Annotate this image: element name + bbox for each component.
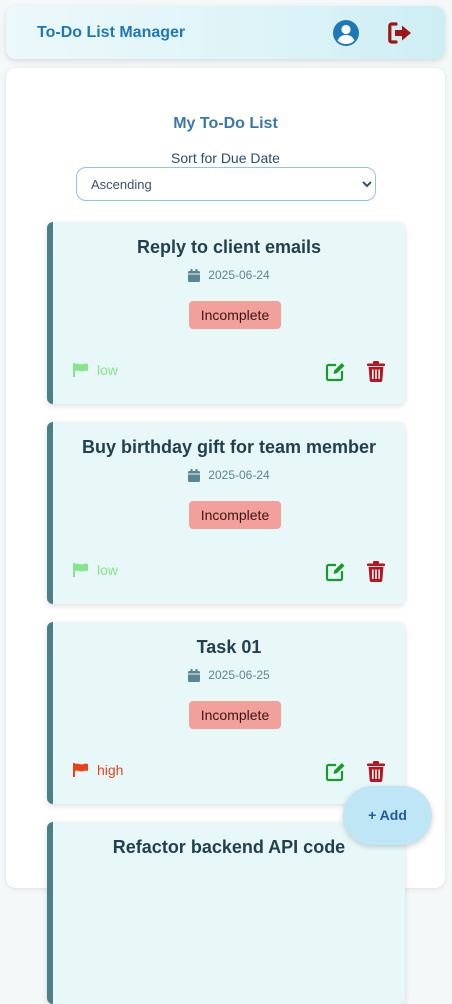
app-title: To-Do List Manager: [37, 24, 186, 41]
edit-icon[interactable]: [325, 562, 345, 582]
task-title: Refactor backend API code: [112, 837, 346, 857]
flag-icon: [73, 363, 88, 377]
sign-out-icon[interactable]: [386, 19, 414, 47]
status-badge: Incomplete: [189, 301, 281, 329]
status-badge: Incomplete: [189, 701, 281, 729]
task-priority: low: [73, 362, 118, 378]
task-card[interactable]: Task 01 2025-06-25 Incomplete high: [47, 622, 405, 804]
user-circle-icon[interactable]: [332, 19, 360, 47]
task-date-text: 2025-06-24: [208, 468, 270, 482]
navbar: To-Do List Manager: [6, 6, 445, 59]
task-due-date: 2025-06-24: [53, 468, 405, 482]
task-priority: high: [73, 762, 123, 778]
task-title: Reply to client emails: [136, 237, 322, 257]
priority-label: high: [97, 762, 124, 778]
calendar-icon: [188, 268, 201, 282]
task-date-text: 2025-06-25: [208, 668, 270, 682]
priority-label: low: [97, 562, 119, 578]
trash-icon[interactable]: [367, 361, 385, 382]
edit-icon[interactable]: [325, 762, 345, 782]
task-card[interactable]: Reply to client emails 2025-06-24 Incomp…: [47, 222, 405, 404]
task-title: Buy birthday gift for team member: [81, 437, 377, 457]
add-task-button[interactable]: + Add: [343, 786, 432, 845]
task-due-date: 2025-06-25: [53, 668, 405, 682]
task-date-text: 2025-06-24: [208, 268, 270, 282]
calendar-icon: [188, 468, 201, 482]
calendar-icon: [188, 668, 201, 682]
sort-select[interactable]: Ascending: [76, 167, 376, 201]
trash-icon[interactable]: [367, 561, 385, 582]
flag-icon: [73, 763, 88, 777]
task-card[interactable]: Refactor backend API code: [47, 822, 405, 1004]
trash-icon[interactable]: [367, 761, 385, 782]
sort-label: Sort for Due Date: [171, 150, 280, 166]
task-card[interactable]: Buy birthday gift for team member 2025-0…: [47, 422, 405, 604]
task-title: Task 01: [196, 637, 262, 657]
page-title: My To-Do List: [173, 115, 278, 132]
task-due-date: 2025-06-24: [53, 268, 405, 282]
edit-icon[interactable]: [325, 362, 345, 382]
todo-panel: My To-Do List Sort for Due Date Ascendin…: [6, 68, 445, 1004]
flag-icon: [73, 563, 88, 577]
status-badge: Incomplete: [189, 501, 281, 529]
priority-label: low: [97, 362, 119, 378]
task-priority: low: [73, 562, 118, 578]
